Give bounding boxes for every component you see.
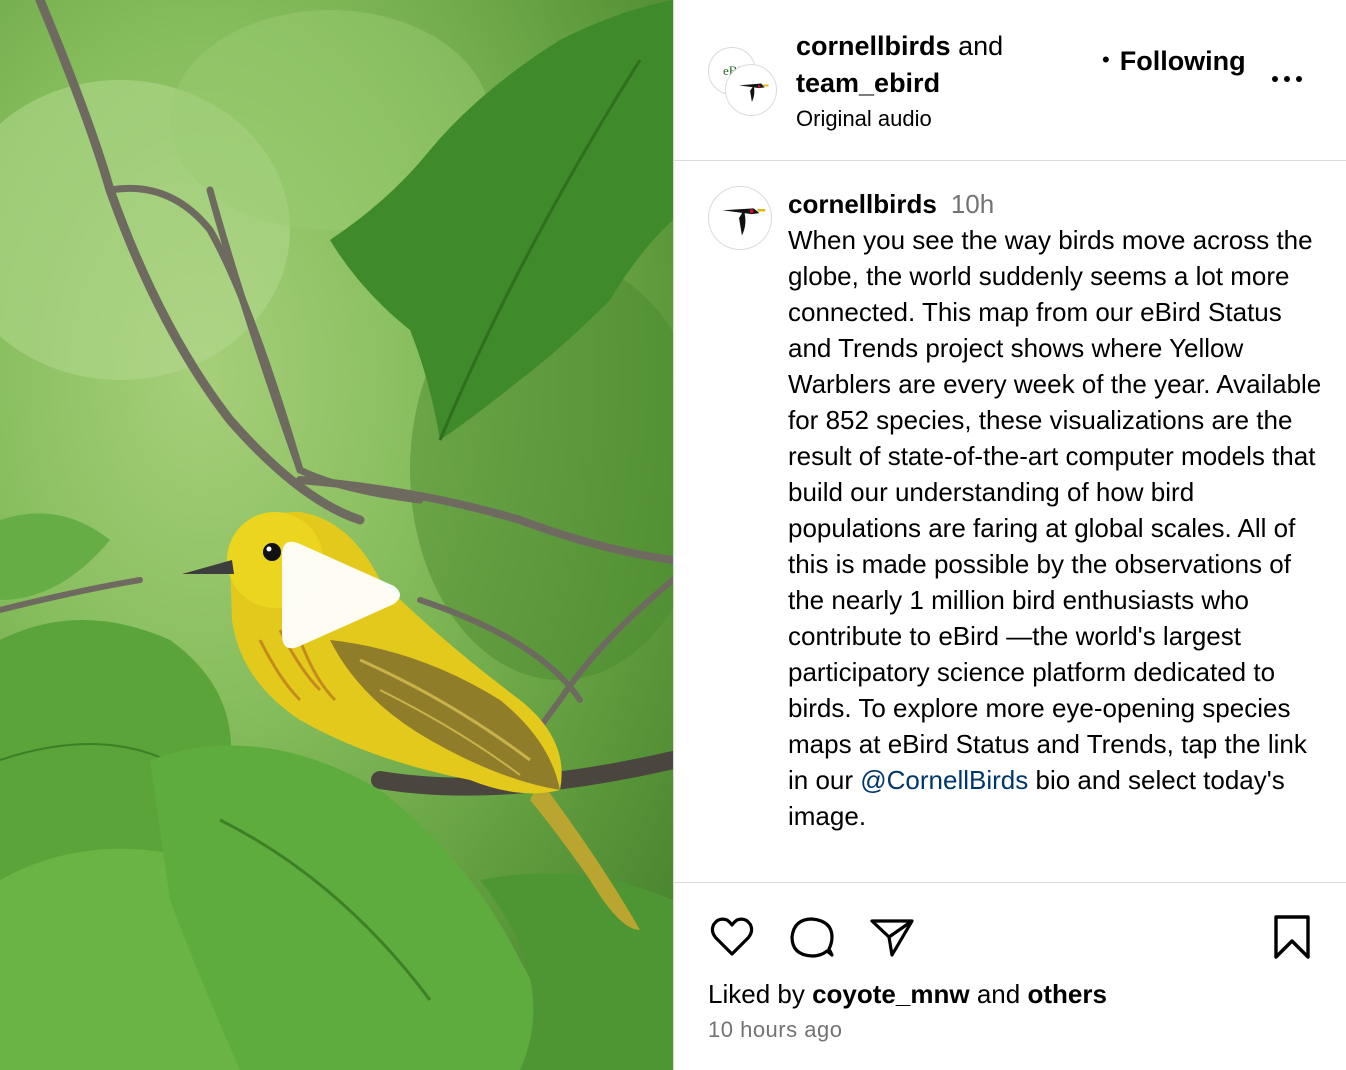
author-link-cornellbirds[interactable]: cornellbirds (796, 31, 951, 61)
caption-timestamp[interactable]: 10h (951, 189, 994, 219)
play-icon[interactable] (282, 530, 406, 660)
likes-summary: Liked by coyote_mnw and others (708, 977, 1107, 1011)
more-options-icon[interactable] (1272, 64, 1308, 94)
post-actions: Liked by coyote_mnw and others 10 hours … (674, 882, 1346, 1070)
post-time-ago[interactable]: 10 hours ago (708, 1017, 842, 1043)
liked-by-joiner: and (976, 979, 1021, 1009)
author-link-team-ebird[interactable]: team_ebird (796, 68, 940, 98)
video-player[interactable] (0, 0, 673, 1070)
authors-joiner: and (958, 31, 1004, 61)
post-authors: cornellbirds and team_ebird Original aud… (796, 28, 1056, 134)
caption-text-start: When you see the way birds move across t… (788, 225, 1322, 795)
bookmark-icon[interactable] (1268, 913, 1316, 961)
post-caption: cornellbirds 10h When you see the way bir… (788, 186, 1323, 834)
send-icon[interactable] (868, 913, 916, 961)
cornellbirds-avatar[interactable] (726, 65, 776, 115)
separator-dot: • (1102, 47, 1110, 72)
liked-by-others-link[interactable]: others (1027, 979, 1106, 1009)
audio-label[interactable]: Original audio (796, 104, 1056, 134)
collab-avatars[interactable]: eBi (708, 47, 776, 115)
post-header: eBi cornellbirds and team_ebird Original… (674, 0, 1346, 161)
caption-avatar[interactable] (708, 186, 772, 250)
post-details-panel: eBi cornellbirds and team_ebird Original… (673, 0, 1346, 1070)
following-label: Following (1119, 46, 1246, 76)
comment-icon[interactable] (788, 913, 836, 961)
liked-by-user-link[interactable]: coyote_mnw (812, 979, 970, 1009)
following-button[interactable]: • Following (1102, 46, 1246, 77)
heart-icon[interactable] (708, 913, 756, 961)
caption-username[interactable]: cornellbirds (788, 189, 937, 219)
comments-section[interactable]: cornellbirds 10h When you see the way bir… (674, 162, 1346, 882)
caption-mention-link[interactable]: @CornellBirds (860, 765, 1028, 795)
liked-by-prefix: Liked by (708, 979, 805, 1009)
